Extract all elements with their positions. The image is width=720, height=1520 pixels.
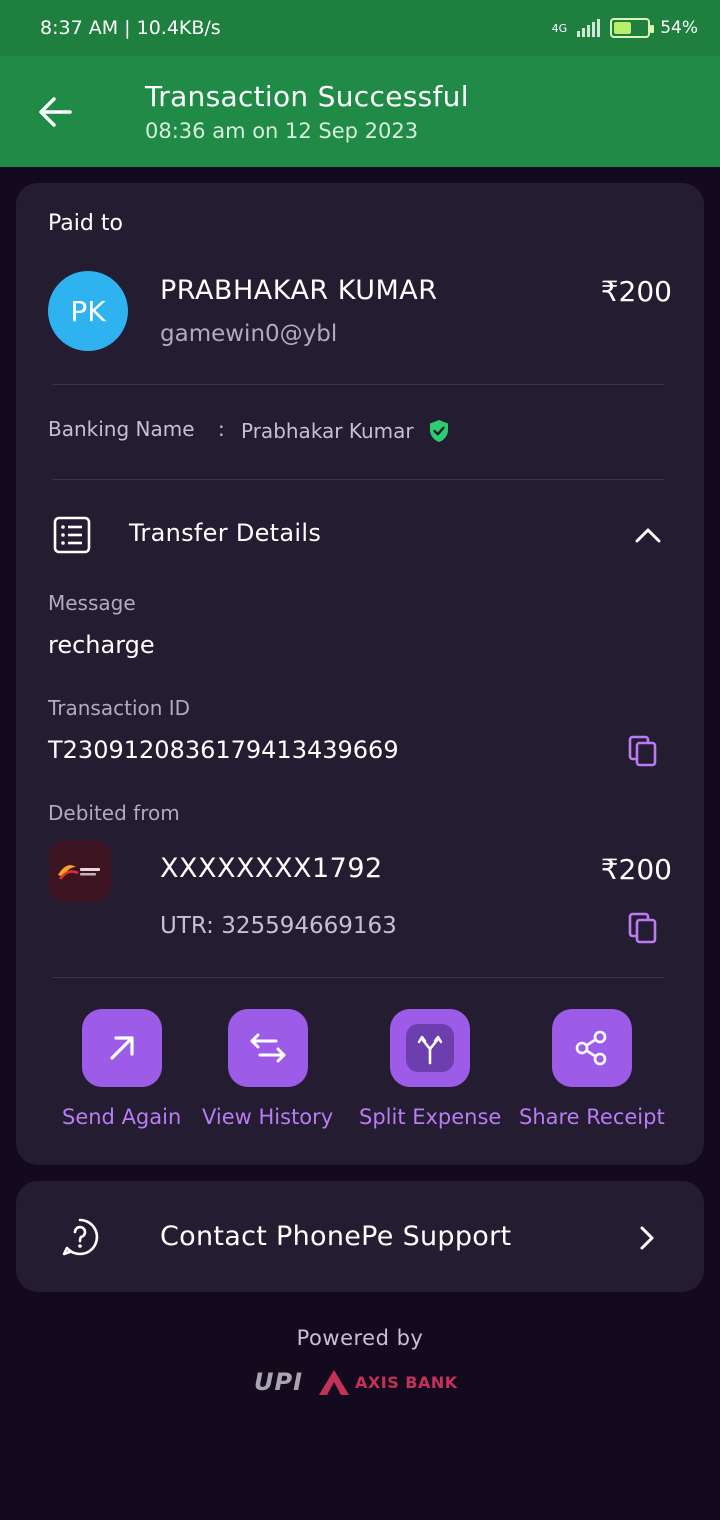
divider <box>52 479 664 480</box>
transfer-details-title: Transfer Details <box>129 519 322 547</box>
swap-arrows-icon <box>250 1033 286 1063</box>
banking-name-separator: : <box>218 417 225 441</box>
receipt-list-icon <box>53 516 91 554</box>
signal-icon <box>577 19 601 37</box>
status-time: 8:37 AM <box>40 17 119 39</box>
debited-from-label: Debited from <box>48 801 180 825</box>
contact-support-label: Contact PhonePe Support <box>160 1221 512 1252</box>
view-history-label: View History <box>202 1105 334 1129</box>
split-inner-box <box>406 1024 455 1072</box>
transaction-id-value: T2309120836179413439669 <box>48 736 399 764</box>
view-history-button[interactable]: View History <box>202 1009 333 1129</box>
header: Transaction Successful 08:36 am on 12 Se… <box>0 56 720 167</box>
split-expense-label: Split Expense <box>359 1105 502 1129</box>
contact-support-button[interactable]: Contact PhonePe Support <box>16 1181 704 1292</box>
status-bar: 8:37 AM | 10.4KB/s 4G 54% <box>0 0 720 56</box>
status-net-speed: 10.4KB/s <box>136 17 221 39</box>
header-text: Transaction Successful 08:36 am on 12 Se… <box>145 80 469 143</box>
transaction-card: Paid to PK PRABHAKAR KUMAR gamewin0@ybl … <box>16 183 704 1165</box>
copy-transaction-id-icon[interactable] <box>628 735 658 767</box>
debited-amount: ₹200 <box>600 853 672 886</box>
banking-name-label: Banking Name <box>48 417 195 441</box>
split-icon <box>417 1035 443 1065</box>
view-history-icon-box <box>227 1009 308 1087</box>
split-expense-icon-box <box>390 1009 471 1087</box>
paid-amount: ₹200 <box>600 275 672 308</box>
payee-name: PRABHAKAR KUMAR <box>160 275 438 306</box>
divider <box>52 977 664 978</box>
share-receipt-label: Share Receipt <box>519 1105 665 1129</box>
axis-bank-logo-icon <box>319 1370 350 1395</box>
footer-logos: UPI AXIS BANK <box>254 1362 466 1402</box>
transaction-id-label: Transaction ID <box>48 696 191 720</box>
back-button[interactable] <box>34 90 78 134</box>
back-arrow-icon <box>39 97 72 127</box>
battery-icon <box>610 18 655 38</box>
utr-number: UTR: 325594669163 <box>160 913 397 939</box>
battery-level: 54% <box>660 18 698 38</box>
copy-utr-icon[interactable] <box>628 912 658 944</box>
quick-actions: Send Again View History Split Expense Sh… <box>16 1009 704 1139</box>
avatar: PK <box>48 271 128 351</box>
page-title: Transaction Successful <box>145 80 469 113</box>
powered-by-label: Powered by <box>296 1326 424 1350</box>
message-label: Message <box>48 591 136 615</box>
arrow-up-right-icon <box>110 1036 134 1060</box>
split-expense-button[interactable]: Split Expense <box>359 1009 501 1129</box>
divider <box>52 384 664 385</box>
upi-logo: UPI <box>254 1368 304 1396</box>
status-right: 4G 54% <box>552 18 698 38</box>
message-value: recharge <box>48 631 155 659</box>
chevron-right-icon <box>640 1226 654 1250</box>
send-again-label: Send Again <box>62 1105 182 1129</box>
send-again-button[interactable]: Send Again <box>62 1009 181 1129</box>
share-receipt-button[interactable]: Share Receipt <box>519 1009 665 1129</box>
banking-name-value: Prabhakar Kumar <box>241 419 414 443</box>
payee-vpa: gamewin0@ybl <box>160 321 338 347</box>
help-circle-icon <box>62 1218 99 1256</box>
axis-bank-text: AXIS BANK <box>355 1372 458 1392</box>
share-receipt-icon-box <box>551 1009 632 1087</box>
debited-account-number: XXXXXXXX1792 <box>160 853 383 884</box>
verified-shield-icon <box>430 420 448 442</box>
share-icon <box>575 1030 607 1066</box>
network-type: 4G <box>551 21 568 35</box>
axis-bank-logo: AXIS BANK <box>317 1368 458 1396</box>
bank-logo-icon <box>58 865 100 880</box>
transaction-timestamp: 08:36 am on 12 Sep 2023 <box>145 119 419 143</box>
status-left: 8:37 AM | 10.4KB/s <box>40 17 221 39</box>
chevron-up-icon[interactable] <box>632 519 664 551</box>
bank-logo <box>49 840 111 902</box>
paid-to-label: Paid to <box>48 211 123 236</box>
send-again-icon-box <box>81 1009 162 1087</box>
